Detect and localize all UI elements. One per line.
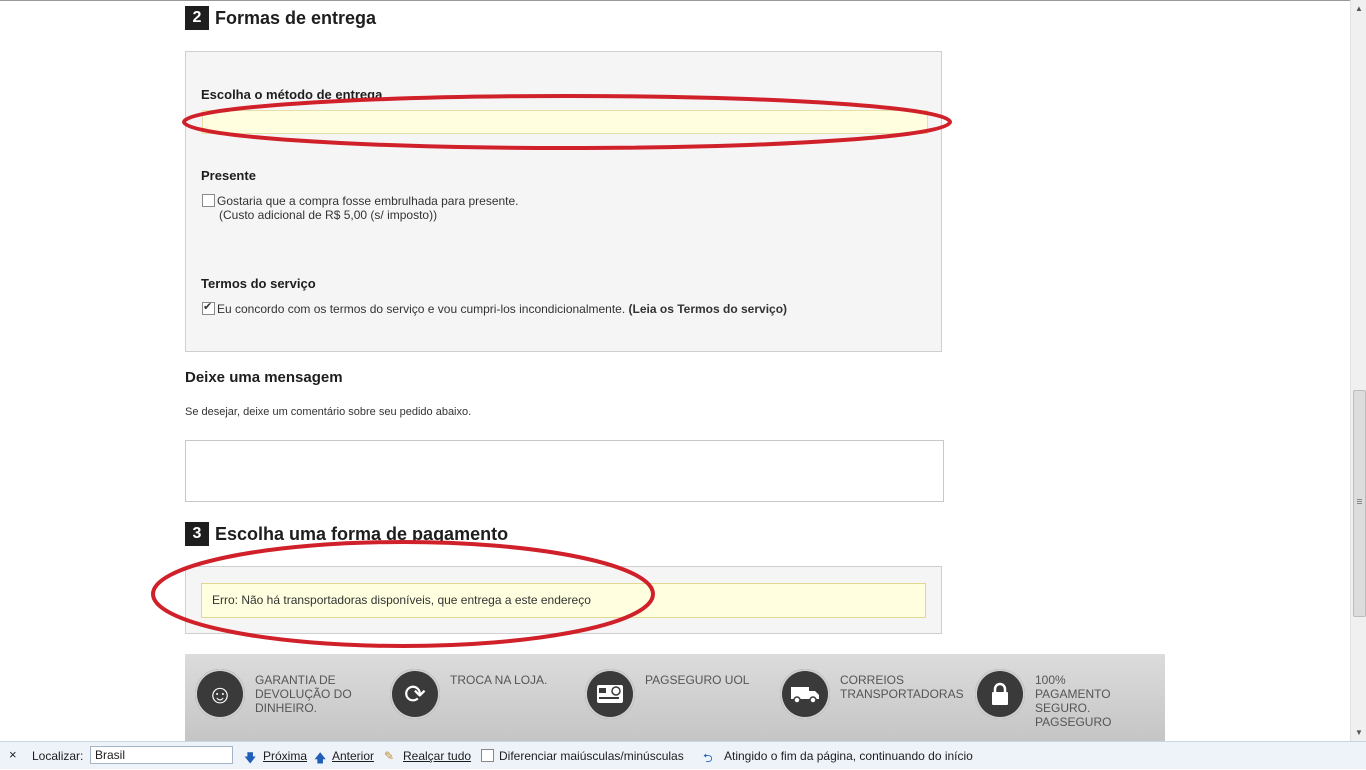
- smiley-icon: ☺: [195, 669, 245, 719]
- find-bar: × Localizar: Brasil 🡇 Próxima 🡅 Anterior…: [0, 741, 1366, 769]
- highlighter-icon[interactable]: ✎: [384, 749, 394, 763]
- delivery-step-number: 2: [185, 6, 209, 30]
- delivery-method-field[interactable]: [202, 110, 928, 134]
- gift-label: Presente: [201, 168, 256, 183]
- gift-checkbox[interactable]: [202, 194, 215, 207]
- scroll-down-icon[interactable]: ▼: [1351, 724, 1366, 740]
- badge-shipping: CORREIOS TRANSPORTADORAS: [780, 669, 975, 719]
- message-subtitle: Se desejar, deixe um comentário sobre se…: [185, 406, 472, 418]
- delivery-method-label: Escolha o método de entrega: [201, 87, 383, 102]
- top-border: [0, 0, 1350, 1]
- highlight-all-button[interactable]: Realçar tudo: [403, 749, 471, 763]
- payment-step-title: Escolha uma forma de pagamento: [215, 523, 509, 544]
- delivery-step-title: Formas de entrega: [215, 7, 377, 28]
- badge-exchange-text: TROCA NA LOJA.: [450, 673, 548, 687]
- wrap-around-icon: ⮌: [703, 751, 713, 765]
- gift-cost-text: (Custo adicional de R$ 5,00 (s/ imposto)…: [219, 208, 438, 222]
- gift-checkbox-text: Gostaria que a compra fosse embrulhada p…: [217, 194, 519, 208]
- scrollbar-thumb[interactable]: [1353, 390, 1366, 617]
- terms-text-row: Eu concordo com os termos do serviço e v…: [217, 302, 787, 316]
- match-case-checkbox[interactable]: [481, 749, 494, 762]
- trust-badges-bar: ☺ GARANTIA DE DEVOLUÇÃO DO DINHEIRO. ⟳ T…: [185, 654, 1165, 741]
- arrow-down-icon[interactable]: 🡇: [244, 749, 256, 770]
- scroll-up-icon[interactable]: ▲: [1351, 0, 1366, 16]
- checkout-page: 2 Formas de entrega Escolha o método de …: [0, 0, 1350, 741]
- badge-guarantee: ☺ GARANTIA DE DEVOLUÇÃO DO DINHEIRO.: [195, 669, 370, 719]
- arrow-up-icon[interactable]: 🡅: [314, 749, 326, 770]
- truck-icon: [780, 669, 830, 719]
- find-input[interactable]: Brasil: [90, 746, 233, 764]
- match-case-label[interactable]: Diferenciar maiúsculas/minúsculas: [499, 749, 684, 763]
- find-next-button[interactable]: Próxima: [263, 749, 307, 763]
- badge-shipping-text: CORREIOS TRANSPORTADORAS: [840, 673, 964, 701]
- close-icon[interactable]: ×: [9, 747, 17, 762]
- terms-checkbox[interactable]: [202, 300, 215, 315]
- badge-pagseguro-text: PAGSEGURO UOL: [645, 673, 750, 687]
- terms-link[interactable]: (Leia os Termos do serviço): [629, 302, 788, 316]
- delivery-step-header: 2 Formas de entrega: [185, 6, 376, 30]
- badge-guarantee-text: GARANTIA DE DEVOLUÇÃO DO DINHEIRO.: [255, 673, 352, 715]
- card-icon: [585, 669, 635, 719]
- message-textarea[interactable]: [185, 440, 944, 502]
- refresh-icon: ⟳: [390, 669, 440, 719]
- lock-icon: [975, 669, 1025, 719]
- find-status-text: Atingido o fim da página, continuando do…: [724, 749, 973, 763]
- payment-error-box: Erro: Não há transportadoras disponíveis…: [201, 583, 926, 618]
- payment-step-number: 3: [185, 522, 209, 546]
- payment-step-header: 3 Escolha uma forma de pagamento: [185, 522, 508, 546]
- terms-text: Eu concordo com os termos do serviço e v…: [217, 302, 626, 316]
- message-title: Deixe uma mensagem: [185, 369, 343, 386]
- badge-secure-text: 100% PAGAMENTO SEGURO. PAGSEGURO: [1035, 673, 1112, 729]
- find-label: Localizar:: [32, 749, 84, 763]
- terms-label: Termos do serviço: [201, 276, 316, 291]
- badge-exchange: ⟳ TROCA NA LOJA.: [390, 669, 570, 719]
- badge-secure: 100% PAGAMENTO SEGURO. PAGSEGURO: [975, 669, 1135, 729]
- badge-pagseguro: PAGSEGURO UOL: [585, 669, 765, 719]
- payment-error-text: Erro: Não há transportadoras disponíveis…: [212, 593, 591, 607]
- find-previous-button[interactable]: Anterior: [332, 749, 374, 763]
- vertical-scrollbar[interactable]: ▲ ▼: [1350, 0, 1366, 741]
